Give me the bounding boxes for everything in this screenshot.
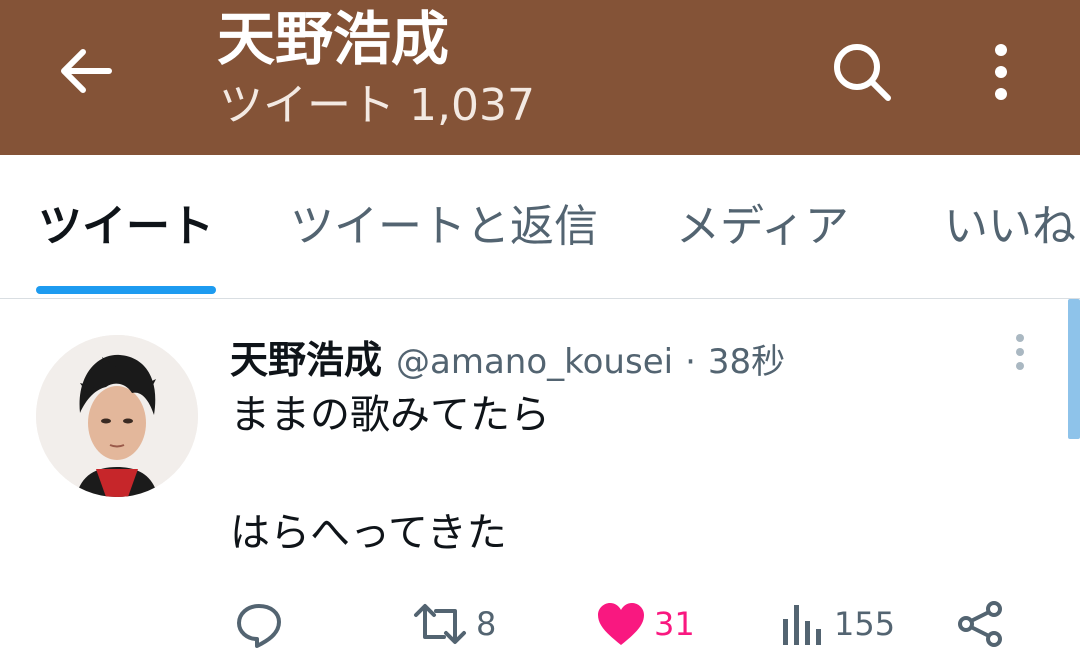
search-icon bbox=[834, 44, 891, 101]
separator-dot: · bbox=[685, 342, 696, 382]
tab-tweets-and-replies[interactable]: ツイートと返信 bbox=[290, 197, 598, 257]
views-count: 155 bbox=[834, 605, 896, 643]
share-icon bbox=[958, 601, 1002, 647]
more-vertical-icon bbox=[1016, 334, 1024, 370]
back-button[interactable] bbox=[50, 38, 120, 104]
search-button[interactable] bbox=[826, 36, 898, 108]
tab-tweets[interactable]: ツイート bbox=[38, 197, 214, 257]
tweet-count: ツイート 1,037 bbox=[219, 80, 535, 131]
author-name[interactable]: 天野浩成 bbox=[230, 329, 382, 384]
like-count: 31 bbox=[654, 605, 695, 643]
tweet[interactable]: 天野浩成 @amano_kousei · 38秒 ままの歌みてたら はらへってき… bbox=[0, 299, 1080, 659]
heart-icon bbox=[598, 603, 644, 645]
scrollbar-thumb[interactable] bbox=[1068, 299, 1080, 439]
avatar[interactable] bbox=[36, 335, 198, 497]
retweet-count: 8 bbox=[476, 605, 497, 643]
back-arrow-icon bbox=[61, 49, 112, 93]
profile-tabs: ツイート ツイートと返信 メディア いいね bbox=[0, 155, 1080, 299]
active-tab-indicator bbox=[36, 286, 216, 294]
tweet-text-line: はらへってきた bbox=[230, 510, 507, 556]
retweet-button[interactable]: 8 bbox=[412, 596, 496, 652]
views-button[interactable]: 155 bbox=[780, 596, 895, 652]
tweet-timestamp[interactable]: 38秒 bbox=[708, 334, 785, 383]
tweet-menu-button[interactable] bbox=[1000, 329, 1040, 375]
profile-title: 天野浩成 bbox=[217, 5, 450, 73]
share-button[interactable] bbox=[956, 596, 1006, 652]
tweet-text-line: ままの歌みてたら bbox=[230, 392, 550, 438]
reply-icon bbox=[237, 604, 281, 648]
tweet-header: 天野浩成 @amano_kousei · 38秒 bbox=[230, 329, 785, 385]
avatar-image bbox=[36, 335, 198, 497]
retweet-icon bbox=[414, 604, 466, 644]
reply-button[interactable] bbox=[234, 596, 284, 652]
views-icon bbox=[783, 605, 821, 645]
author-handle[interactable]: @amano_kousei bbox=[396, 342, 673, 382]
more-options-button[interactable] bbox=[976, 36, 1026, 108]
tab-media[interactable]: メディア bbox=[676, 197, 849, 257]
like-button[interactable]: 31 bbox=[596, 596, 695, 652]
app-bar: 天野浩成 ツイート 1,037 bbox=[0, 0, 1080, 155]
more-vertical-icon bbox=[995, 44, 1007, 100]
tab-likes[interactable]: いいね bbox=[944, 197, 1076, 257]
